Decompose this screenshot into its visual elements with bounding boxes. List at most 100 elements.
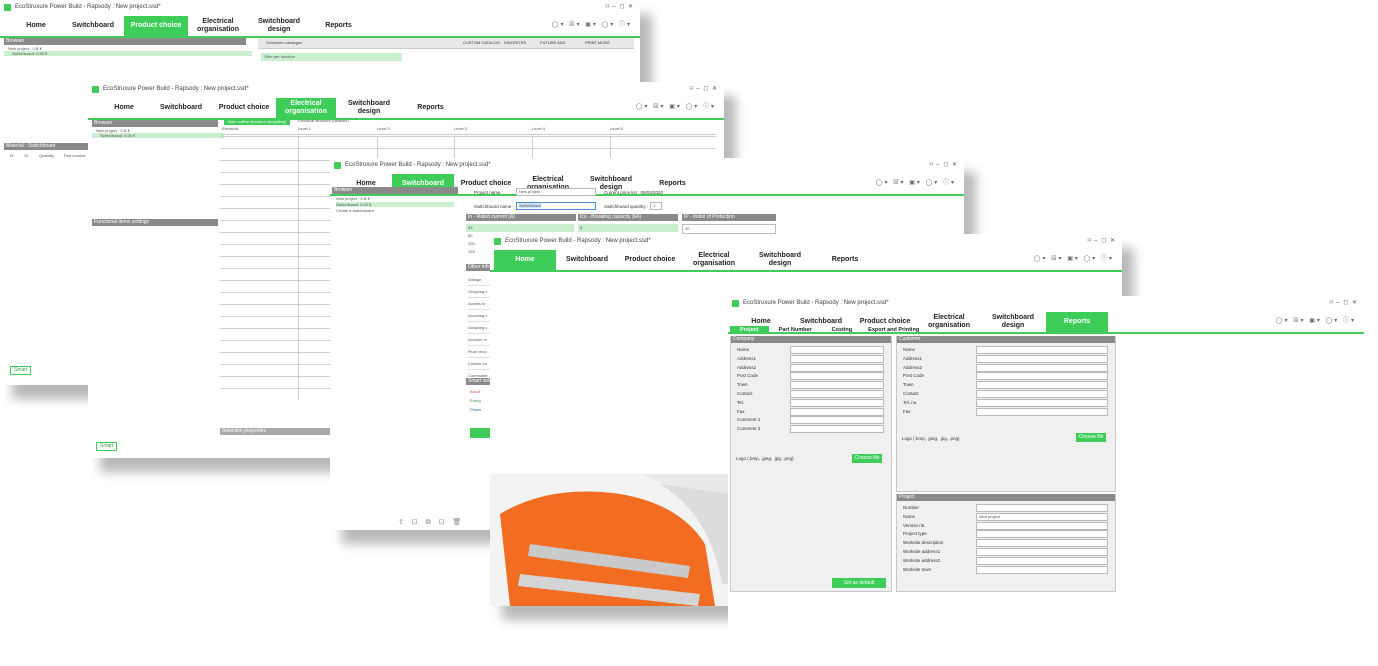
company-choose-file-button[interactable]: Choose file bbox=[852, 454, 882, 463]
project-input[interactable] bbox=[976, 530, 1108, 539]
project-input[interactable] bbox=[976, 504, 1108, 512]
set-default-button[interactable]: Set as default bbox=[832, 578, 886, 588]
customer-input[interactable] bbox=[976, 398, 1108, 407]
offer-per-function[interactable]: Offer per function bbox=[261, 53, 402, 61]
company-input[interactable] bbox=[790, 381, 884, 390]
tree-item-project[interactable]: New project : 0 B € bbox=[336, 196, 370, 201]
column-header[interactable]: Part number bbox=[64, 153, 86, 158]
tree-item-switchboard[interactable]: Switchboard: 0.00 € bbox=[4, 51, 252, 56]
subtab-project[interactable]: Project bbox=[730, 326, 769, 334]
app-icon bbox=[92, 85, 99, 93]
customer-input[interactable] bbox=[976, 363, 1108, 372]
project-input[interactable] bbox=[976, 565, 1108, 574]
project-input[interactable] bbox=[976, 521, 1108, 530]
list-item[interactable]: 63 bbox=[466, 224, 574, 232]
tab-product-choice[interactable]: Product choice bbox=[618, 250, 682, 270]
customer-input[interactable] bbox=[976, 346, 1108, 354]
energy-item[interactable]: Energ bbox=[470, 398, 481, 403]
grid-header: Electrical Level 1 Level 2 Level 3 Level… bbox=[220, 126, 716, 135]
window-controls[interactable]: ⌑ – ◻ ✕ bbox=[930, 161, 958, 168]
toolbar-icons[interactable]: ◯▾ ☒▾ ▣▾ ◯▾ ⓘ▾ bbox=[1276, 315, 1356, 324]
tab-switchboard-design[interactable]: Switchboard design bbox=[248, 16, 310, 36]
company-input[interactable] bbox=[790, 346, 884, 354]
eco-item[interactable]: Eco-fr bbox=[470, 389, 481, 394]
customer-input[interactable] bbox=[976, 354, 1108, 363]
window-controls[interactable]: ⌑ – ◻ ✕ bbox=[606, 3, 634, 10]
tab-switchboard[interactable]: Switchboard bbox=[62, 16, 124, 36]
quantity-field[interactable]: 1 bbox=[650, 202, 662, 210]
tab-electrical-organisation[interactable]: Electrical organisation bbox=[918, 312, 980, 332]
company-input[interactable] bbox=[790, 407, 884, 416]
company-input[interactable] bbox=[790, 398, 884, 407]
tab-electrical-organisation[interactable]: Electrical organisation bbox=[276, 98, 336, 118]
company-field-label: Comment 1 bbox=[737, 417, 761, 423]
company-input[interactable] bbox=[790, 354, 884, 363]
tab-electrical-organisation[interactable]: Electrical organisation bbox=[188, 16, 248, 36]
tab-reports[interactable]: Reports bbox=[310, 16, 367, 36]
smart-button[interactable]: Smart bbox=[96, 442, 118, 451]
bottom-toolbar-icons[interactable]: ⇪ ⊡ ⧉ ⊡ 🗑 bbox=[398, 518, 464, 527]
subtab-costing[interactable]: Costing bbox=[822, 326, 862, 334]
tab-product-choice[interactable]: Product choice bbox=[212, 98, 276, 118]
company-input[interactable] bbox=[790, 425, 884, 434]
future-add-button[interactable]: FUTURE ADD bbox=[540, 40, 566, 45]
tab-reports[interactable]: Reports bbox=[814, 250, 876, 270]
breaking-capacity-item[interactable]: 5 bbox=[578, 224, 678, 232]
project-name-field[interactable]: New project bbox=[516, 188, 596, 196]
project-input[interactable] bbox=[976, 548, 1108, 556]
subtab-export-printing[interactable]: Export and Printing bbox=[862, 326, 925, 334]
view-simplified[interactable]: Main outline structure (simplified) bbox=[224, 118, 290, 125]
customer-field-label: Address2 bbox=[903, 364, 923, 370]
company-input[interactable] bbox=[790, 372, 884, 381]
tab-product-choice[interactable]: Product choice bbox=[124, 16, 188, 36]
smart-button[interactable]: Smart bbox=[10, 366, 32, 375]
customer-input[interactable] bbox=[976, 390, 1108, 398]
customer-logo-label: Logo (.bmp, .jpeg, .jpg, .png) bbox=[902, 436, 960, 441]
switchboard-name-field[interactable]: Switchboard bbox=[516, 202, 596, 210]
tab-switchboard[interactable]: Switchboard bbox=[556, 250, 618, 270]
company-input[interactable] bbox=[790, 416, 884, 425]
tree-item-switchboard[interactable]: Switchboard: 0.00 € bbox=[92, 133, 224, 138]
project-input[interactable] bbox=[976, 556, 1108, 565]
favorites-button[interactable]: FAVORITES bbox=[504, 40, 526, 45]
company-input[interactable] bbox=[790, 363, 884, 372]
phase-item[interactable]: Phase bbox=[470, 407, 481, 412]
custom-catalog-button[interactable]: CUSTOM CATALOG bbox=[463, 40, 500, 45]
tab-switchboard-design[interactable]: Switchboard design bbox=[746, 250, 814, 270]
tab-home[interactable]: Home bbox=[494, 250, 556, 270]
toolbar-icons[interactable]: ◯▾ ☒▾ ▣▾ ◯▾ ⓘ▾ bbox=[876, 177, 956, 186]
subtab-part-number[interactable]: Part Number bbox=[769, 326, 822, 334]
company-input[interactable] bbox=[790, 390, 884, 398]
tab-switchboard-design[interactable]: Switchboard design bbox=[336, 98, 402, 118]
tab-switchboard[interactable]: Switchboard bbox=[150, 98, 212, 118]
tab-reports[interactable]: Reports bbox=[402, 98, 459, 118]
tab-home[interactable]: Home bbox=[10, 16, 62, 36]
view-detailed[interactable]: Electrical structure (detailed) bbox=[298, 118, 349, 123]
window-controls[interactable]: ⌑ – ◻ ✕ bbox=[1330, 299, 1358, 306]
toolbar-icons[interactable]: ◯▾ ☒▾ ▣▾ ◯▾ ⓘ▾ bbox=[1034, 253, 1114, 262]
tree-item-switchboard[interactable]: Switchboard: 0.00 € bbox=[336, 202, 454, 207]
column-header[interactable]: Quantity bbox=[39, 153, 54, 158]
create-switchboard-link[interactable]: Create a switchboard bbox=[336, 208, 374, 213]
toolbar-icons[interactable]: ◯▾ ☒▾ ▣▾ ◯▾ ⓘ▾ bbox=[636, 101, 716, 110]
protection-index-select[interactable]: 30 bbox=[682, 224, 776, 234]
window-controls[interactable]: ⌑ – ◻ ✕ bbox=[690, 85, 718, 92]
customer-input[interactable] bbox=[976, 372, 1108, 381]
customer-choose-file-button[interactable]: Choose file bbox=[1076, 433, 1106, 442]
project-input[interactable]: New project bbox=[976, 512, 1108, 521]
grid-column: Level 3 bbox=[454, 126, 467, 131]
grid-column: Level 1 bbox=[298, 126, 311, 131]
project-input[interactable] bbox=[976, 539, 1108, 548]
tab-home[interactable]: Home bbox=[98, 98, 150, 118]
tab-electrical-organisation[interactable]: Electrical organisation bbox=[682, 250, 746, 270]
column-header[interactable]: N° bbox=[10, 153, 15, 158]
print-mode-button[interactable]: PRINT MODE bbox=[585, 40, 610, 45]
window-controls[interactable]: ⌑ – ◻ ✕ bbox=[1088, 237, 1116, 244]
tab-reports[interactable]: Reports bbox=[1046, 312, 1108, 332]
toolbar-icons[interactable]: ◯▾ ☒▾ ▣▾ ◯▾ ⓘ▾ bbox=[552, 19, 632, 28]
company-field-label: Address2 bbox=[737, 364, 757, 370]
customer-input[interactable] bbox=[976, 407, 1108, 416]
customer-input[interactable] bbox=[976, 381, 1108, 390]
column-header[interactable]: M. bbox=[25, 153, 29, 158]
tab-switchboard-design[interactable]: Switchboard design bbox=[980, 312, 1046, 332]
